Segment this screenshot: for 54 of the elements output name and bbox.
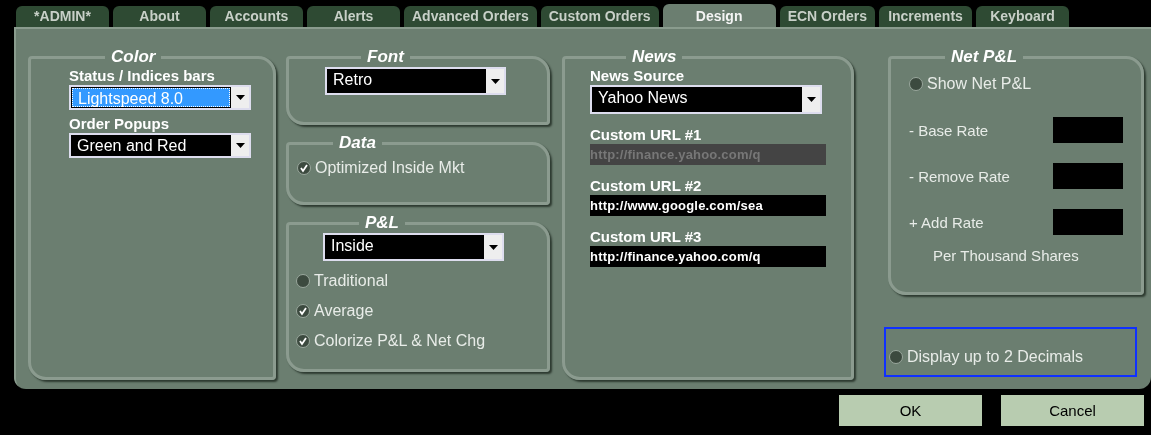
group-title: Net P&L [950, 47, 1019, 67]
field-label: - Remove Rate [909, 167, 1010, 185]
option-label: Display up to 2 Decimals [907, 348, 1084, 366]
option-label: Traditional [314, 272, 389, 290]
field-label: Order Popups [69, 115, 170, 132]
note-text: Per Thousand Shares [932, 247, 1080, 264]
field-label: - Base Rate [909, 121, 989, 139]
tab[interactable]: Accounts [210, 6, 303, 27]
group-title: Data [338, 133, 377, 153]
tab[interactable]: ECN Orders [779, 6, 875, 27]
field-label: Custom URL #3 [590, 228, 703, 245]
tab[interactable]: *ADMIN* [16, 6, 109, 27]
tab[interactable]: Increments [879, 6, 972, 27]
dialog-button[interactable]: Cancel [1001, 395, 1144, 426]
rate-field[interactable] [1053, 117, 1123, 143]
caret-icon[interactable] [806, 97, 816, 102]
group-title: Font [366, 47, 406, 67]
caret-icon[interactable] [235, 95, 245, 100]
field-label: + Add Rate [909, 213, 984, 231]
tab[interactable]: Advanced Orders [404, 6, 537, 27]
field-label: Status / Indices bars [69, 67, 216, 84]
radio-icon[interactable] [909, 77, 923, 91]
tab[interactable]: Keyboard [976, 6, 1069, 27]
rate-field[interactable] [1053, 163, 1123, 189]
option-label: Optimized Inside Mkt [315, 159, 465, 177]
field-label: News Source [590, 67, 686, 84]
group-title: P&L [364, 213, 400, 233]
rate-field[interactable] [1053, 209, 1123, 235]
checkmark-icon[interactable] [296, 304, 310, 318]
dialog-button[interactable]: OK [839, 395, 982, 426]
caret-icon[interactable] [235, 143, 245, 148]
dropdown[interactable]: Green and Red [69, 133, 251, 158]
checkmark-icon[interactable] [297, 161, 311, 175]
option-label: Average [314, 302, 374, 320]
tab[interactable]: About [113, 6, 206, 27]
radio-icon[interactable] [296, 274, 310, 288]
caret-icon[interactable] [488, 244, 498, 250]
group-title: Color [110, 47, 157, 67]
dropdown[interactable]: Inside [323, 233, 504, 261]
tab[interactable]: Custom Orders [540, 6, 659, 27]
checkmark-icon[interactable] [296, 334, 310, 348]
tab[interactable]: Design [662, 4, 776, 27]
caret-icon[interactable] [490, 78, 500, 84]
url-field[interactable]: http://finance.yahoo.com/q [590, 246, 826, 267]
field-label: Custom URL #1 [590, 126, 703, 143]
option-label: Colorize P&L & Net Chg [314, 332, 486, 350]
group-title: News [631, 47, 678, 67]
field-label: Custom URL #2 [590, 177, 703, 194]
dropdown[interactable]: Yahoo News [590, 85, 822, 114]
tab[interactable]: Alerts [307, 6, 400, 27]
radio-icon[interactable] [889, 350, 903, 364]
dropdown[interactable]: Retro [325, 67, 506, 95]
url-field[interactable]: http://www.google.com/sea [590, 195, 826, 216]
option-label: Show Net P&L [927, 75, 1032, 93]
